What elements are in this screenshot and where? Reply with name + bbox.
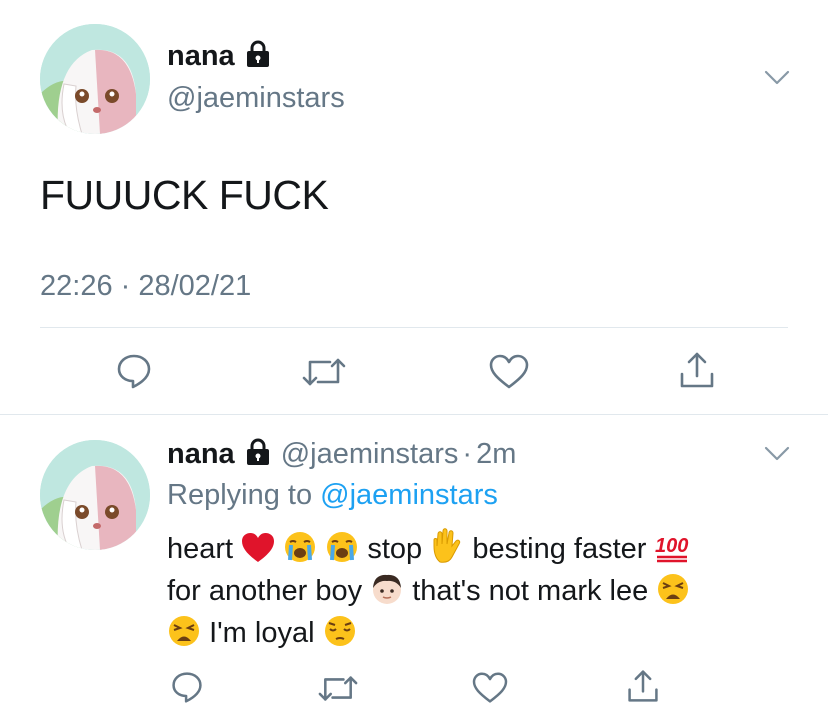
lock-icon [245, 438, 271, 471]
reply-retweet-button[interactable] [318, 674, 358, 703]
reply-text-line-2: for another boy that's not mark lee [167, 570, 690, 618]
reply-reply-button[interactable] [170, 670, 204, 704]
reply-display-name[interactable]: nana [167, 438, 235, 471]
separator: · [462, 438, 473, 470]
divider [40, 327, 788, 328]
avatar[interactable] [40, 24, 150, 134]
weary-face-emoji [656, 572, 690, 618]
reply-chevron-down-icon[interactable] [764, 446, 790, 462]
pensive-face-emoji [323, 614, 357, 660]
display-name[interactable]: nana [167, 40, 235, 73]
retweet-icon [302, 358, 346, 386]
reply-text-heart: heart [167, 533, 234, 565]
reply-time[interactable]: 2m [476, 438, 516, 471]
reply-text-line-1: heart stop besting faster 100 [167, 528, 690, 576]
reply-text-stop: stop [367, 533, 423, 565]
reply-user-handle[interactable]: @jaeminstars [281, 438, 459, 471]
lock-icon [245, 40, 271, 73]
share-icon [680, 352, 714, 388]
like-icon [489, 354, 529, 389]
retweet-button[interactable] [302, 356, 346, 388]
reply-text-line-3: I'm loyal [167, 612, 357, 660]
reply-avatar[interactable] [40, 440, 150, 550]
reply-icon [172, 672, 202, 703]
share-icon [628, 670, 658, 702]
retweet-icon [318, 676, 358, 701]
section-divider [0, 414, 828, 415]
boy-emoji [370, 572, 404, 618]
svg-text:100: 100 [655, 535, 688, 557]
weary-face-emoji [167, 614, 201, 660]
reply-icon [117, 354, 151, 389]
replying-to-handle[interactable]: @jaeminstars [320, 479, 498, 511]
user-handle[interactable]: @jaeminstars [167, 82, 345, 115]
reply-text-besting: besting faster [472, 533, 647, 565]
tweet-text: FUUUCK FUCK [40, 172, 329, 218]
like-button[interactable] [489, 354, 529, 390]
chevron-down-icon[interactable] [764, 70, 790, 86]
reply-button[interactable] [115, 352, 153, 390]
reply-text-not-mark: that's not mark lee [412, 575, 649, 607]
tweet-timestamp[interactable]: 22:26 · 28/02/21 [40, 270, 251, 303]
replying-to-label: Replying to [167, 479, 313, 511]
share-button[interactable] [678, 350, 716, 390]
reply-share-button[interactable] [626, 668, 660, 704]
reply-text-loyal: I'm loyal [209, 617, 315, 649]
reply-text-another-boy: for another boy [167, 575, 363, 607]
like-icon [472, 672, 508, 703]
raised-hand-emoji [430, 528, 464, 576]
reply-like-button[interactable] [472, 672, 508, 704]
